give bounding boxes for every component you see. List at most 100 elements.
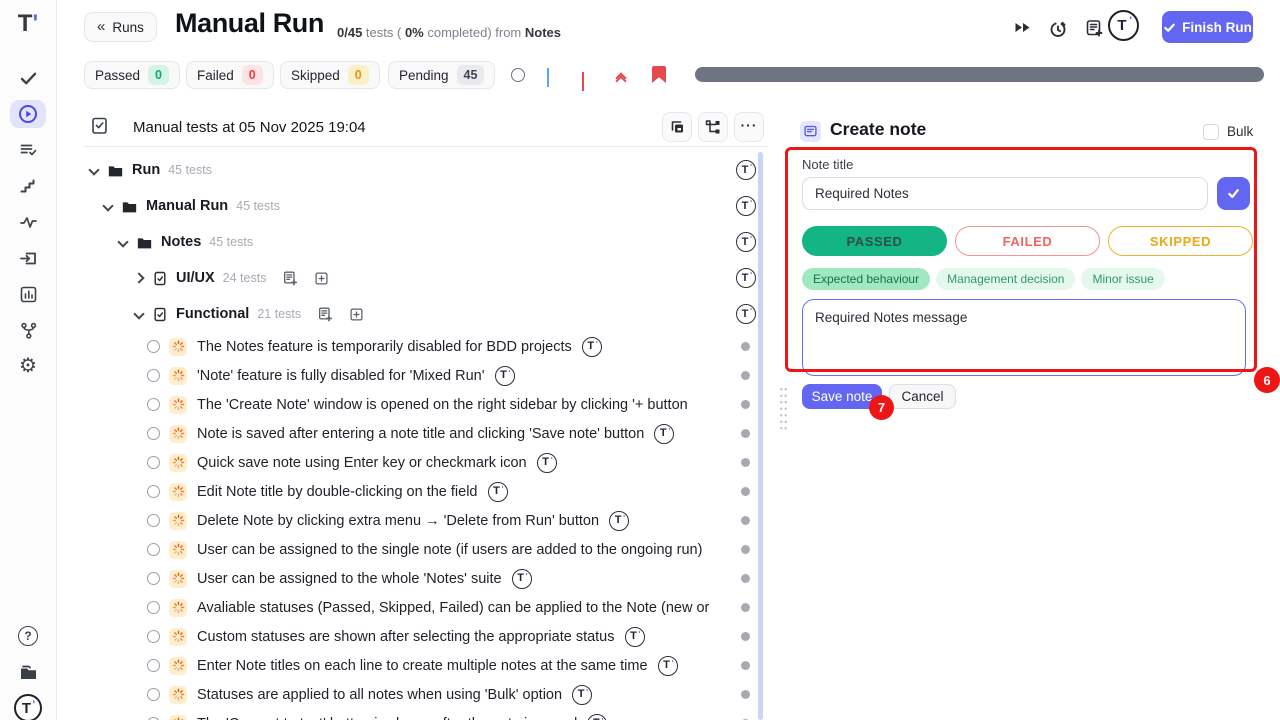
test-row[interactable]: Enter Note titles on each line to create… bbox=[84, 651, 760, 680]
testomat-link-icon[interactable]: T' bbox=[625, 627, 645, 647]
test-row[interactable]: The 'Create Note' window is opened on th… bbox=[84, 390, 760, 419]
test-row[interactable]: 'Note' feature is fully disabled for 'Mi… bbox=[84, 361, 760, 390]
suite-row-manual-run[interactable]: Manual Run45 tests T' bbox=[84, 188, 760, 224]
testomat-link-icon[interactable]: T' bbox=[736, 160, 756, 180]
filter-skipped[interactable]: Skipped0 bbox=[280, 61, 380, 89]
steps-icon[interactable] bbox=[10, 172, 46, 200]
suite-row-run[interactable]: Run45 tests T' bbox=[84, 152, 760, 188]
tag-expected-behaviour[interactable]: Expected behaviour bbox=[802, 268, 930, 290]
suite-row-functional[interactable]: Functional21 tests T' bbox=[84, 296, 760, 332]
testomat-link-icon[interactable]: T' bbox=[512, 569, 532, 589]
report-chart-icon[interactable] bbox=[10, 280, 46, 308]
app-logo[interactable]: T' bbox=[0, 10, 56, 38]
status-radio[interactable] bbox=[147, 456, 160, 469]
test-row[interactable]: The Notes feature is temporarily disable… bbox=[84, 332, 760, 361]
fast-forward-icon[interactable] bbox=[1012, 18, 1032, 38]
test-row[interactable]: Quick save note using Enter key or check… bbox=[84, 448, 760, 477]
list-check-icon[interactable] bbox=[10, 136, 46, 164]
double-chevron-up-icon[interactable] bbox=[617, 74, 625, 85]
testomat-link-icon[interactable]: T' bbox=[609, 511, 629, 531]
status-radio[interactable] bbox=[147, 572, 160, 585]
activity-pulse-icon[interactable] bbox=[10, 208, 46, 236]
status-radio[interactable] bbox=[147, 485, 160, 498]
status-radio[interactable] bbox=[147, 398, 160, 411]
filter-pending[interactable]: Pending45 bbox=[388, 61, 495, 89]
add-test-icon[interactable] bbox=[314, 271, 329, 286]
test-row[interactable]: Custom statuses are shown after selectin… bbox=[84, 622, 760, 651]
add-test-icon[interactable] bbox=[349, 307, 364, 322]
status-radio[interactable] bbox=[147, 427, 160, 440]
panel-resize-grip[interactable] bbox=[779, 386, 788, 432]
add-note-icon[interactable] bbox=[317, 306, 333, 322]
quick-save-check-button[interactable] bbox=[1217, 177, 1250, 210]
status-radio[interactable] bbox=[147, 340, 160, 353]
testomat-link-icon[interactable]: T' bbox=[488, 482, 508, 502]
finish-run-button[interactable]: Finish Run bbox=[1162, 11, 1253, 43]
status-radio[interactable] bbox=[147, 630, 160, 643]
bookmark-icon[interactable] bbox=[652, 66, 666, 83]
tag-management-decision[interactable]: Management decision bbox=[936, 268, 1075, 290]
testomat-link-icon[interactable]: T' bbox=[736, 268, 756, 288]
account-logo-icon[interactable]: T' bbox=[1108, 10, 1139, 41]
chevron-down-icon[interactable] bbox=[88, 164, 99, 175]
status-radio[interactable] bbox=[147, 659, 160, 672]
import-icon[interactable] bbox=[10, 244, 46, 272]
status-passed-button[interactable]: PASSED bbox=[802, 226, 947, 256]
timer-icon[interactable] bbox=[1048, 18, 1068, 38]
filter-passed[interactable]: Passed0 bbox=[84, 61, 180, 89]
add-note-icon[interactable] bbox=[282, 270, 298, 286]
test-row[interactable]: User can be assigned to the single note … bbox=[84, 535, 760, 564]
testomat-link-icon[interactable]: T' bbox=[582, 337, 602, 357]
branch-icon[interactable] bbox=[10, 316, 46, 344]
testomat-link-icon[interactable]: T' bbox=[495, 366, 515, 386]
tag-minor-issue[interactable]: Minor issue bbox=[1081, 268, 1164, 290]
status-radio[interactable] bbox=[147, 601, 160, 614]
status-circle-icon[interactable] bbox=[511, 68, 525, 82]
test-row[interactable]: Delete Note by clicking extra menu → 'De… bbox=[84, 506, 760, 535]
status-radio[interactable] bbox=[147, 514, 160, 527]
suite-row-notes[interactable]: Notes45 tests T' bbox=[84, 224, 760, 260]
more-options-button[interactable]: ··· bbox=[734, 112, 764, 142]
testomat-link-icon[interactable]: T' bbox=[654, 424, 674, 444]
add-note-icon[interactable] bbox=[1084, 18, 1104, 38]
status-radio[interactable] bbox=[147, 543, 160, 556]
projects-folder-icon[interactable] bbox=[10, 658, 46, 686]
chevron-down-icon[interactable] bbox=[117, 236, 128, 247]
bulk-checkbox[interactable] bbox=[1203, 124, 1219, 140]
testomat-link-icon[interactable]: T' bbox=[537, 453, 557, 473]
help-icon[interactable]: ? bbox=[10, 622, 46, 650]
chevron-up-icon[interactable] bbox=[582, 72, 584, 90]
copy-run-button[interactable] bbox=[662, 112, 692, 142]
suite-row-uiux[interactable]: UI/UX24 tests T' bbox=[84, 260, 760, 296]
runs-play-icon[interactable] bbox=[10, 100, 46, 128]
save-note-button[interactable]: Save note bbox=[802, 384, 882, 409]
status-failed-button[interactable]: FAILED bbox=[955, 226, 1100, 256]
testomat-link-icon[interactable]: T' bbox=[736, 304, 756, 324]
chevron-right-icon[interactable] bbox=[133, 272, 144, 283]
status-radio[interactable] bbox=[147, 688, 160, 701]
test-row[interactable]: User can be assigned to the whole 'Notes… bbox=[84, 564, 760, 593]
note-message-textarea[interactable]: Required Notes message bbox=[802, 299, 1246, 376]
filter-failed[interactable]: Failed0 bbox=[186, 61, 274, 89]
test-row[interactable]: The 'Convert to test' button is shown af… bbox=[84, 709, 760, 720]
cancel-button[interactable]: Cancel bbox=[889, 384, 956, 409]
back-to-runs-button[interactable]: « Runs bbox=[84, 12, 157, 42]
settings-gear-icon[interactable]: ⚙ bbox=[10, 352, 46, 380]
test-row[interactable]: Statuses are applied to all notes when u… bbox=[84, 680, 760, 709]
test-row[interactable]: Note is saved after entering a note titl… bbox=[84, 419, 760, 448]
status-radio[interactable] bbox=[147, 369, 160, 382]
test-row[interactable]: Avaliable statuses (Passed, Skipped, Fai… bbox=[84, 593, 760, 622]
tree-view-button[interactable] bbox=[698, 112, 728, 142]
testomat-link-icon[interactable]: T' bbox=[736, 196, 756, 216]
test-row[interactable]: Edit Note title by double-clicking on th… bbox=[84, 477, 760, 506]
chevron-down-icon[interactable] bbox=[102, 200, 113, 211]
user-logo-icon[interactable]: T' bbox=[10, 694, 46, 720]
check-icon[interactable] bbox=[10, 64, 46, 92]
testomat-link-icon[interactable]: T' bbox=[658, 656, 678, 676]
status-skipped-button[interactable]: SKIPPED bbox=[1108, 226, 1253, 256]
chevron-down-icon[interactable] bbox=[547, 68, 549, 86]
testomat-link-icon[interactable]: T' bbox=[587, 714, 607, 720]
chevron-down-icon[interactable] bbox=[133, 308, 144, 319]
testomat-link-icon[interactable]: T' bbox=[572, 685, 592, 705]
testomat-link-icon[interactable]: T' bbox=[736, 232, 756, 252]
